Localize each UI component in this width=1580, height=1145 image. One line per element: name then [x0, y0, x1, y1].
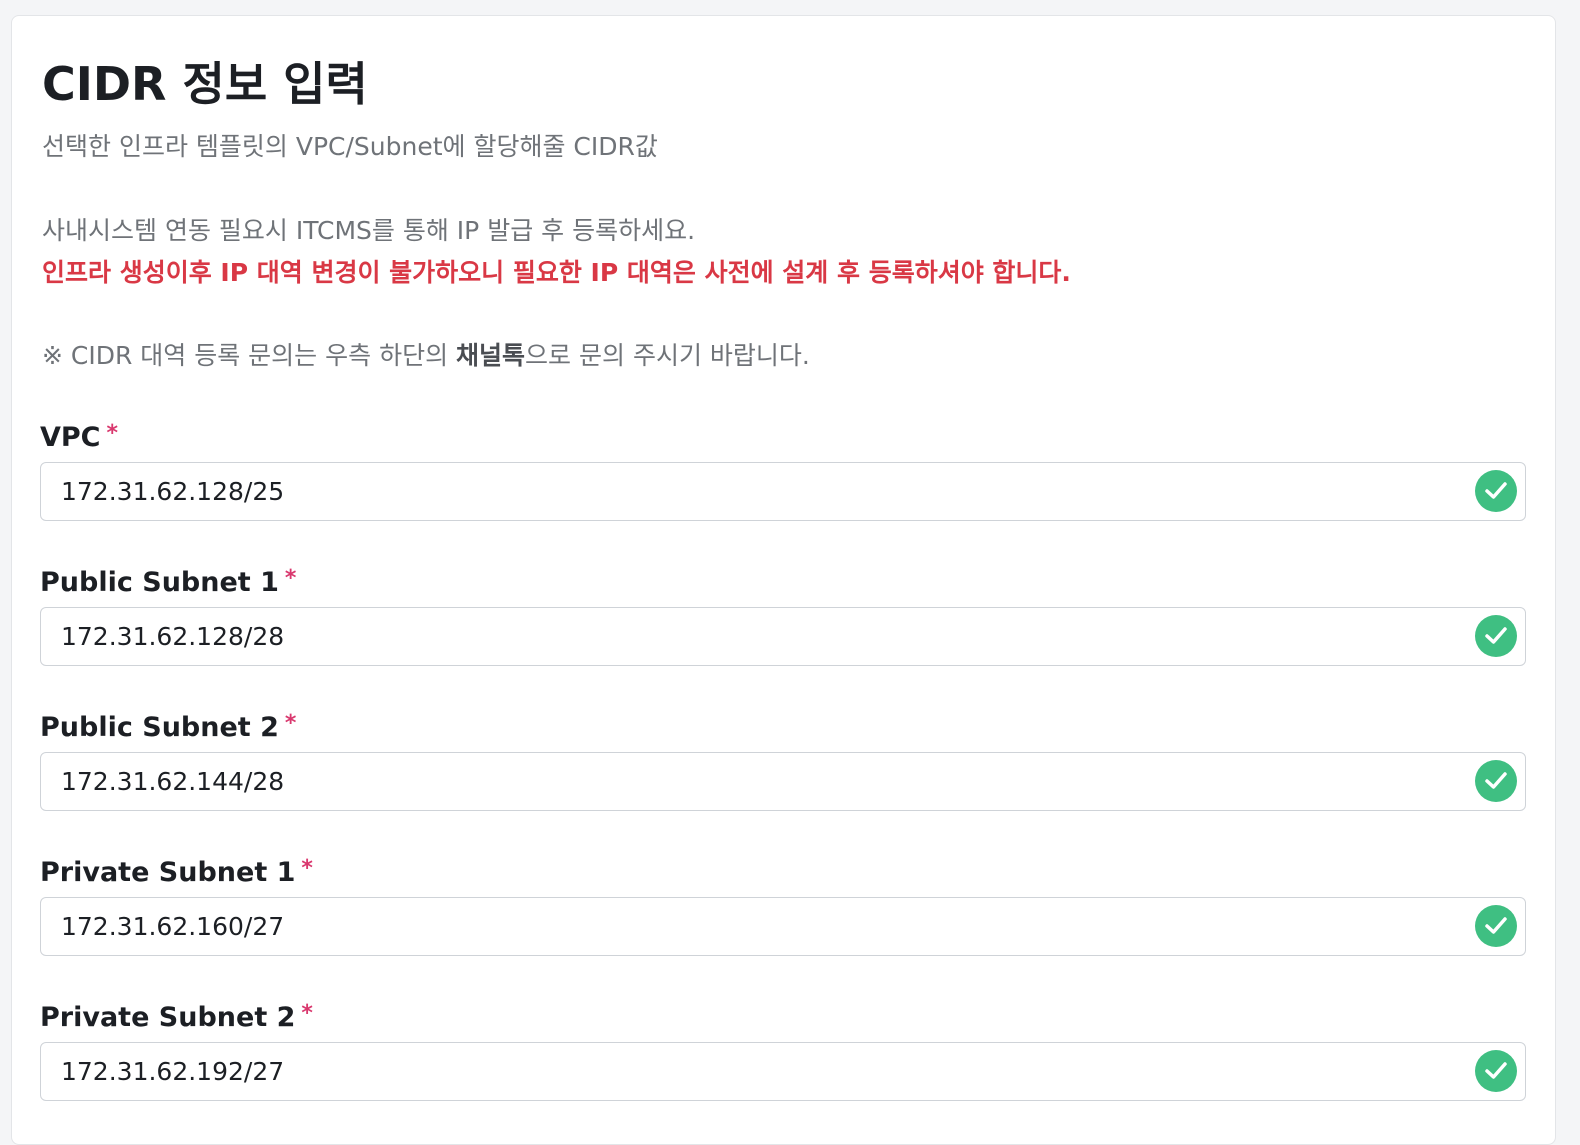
- required-mark: *: [301, 856, 313, 881]
- check-circle-icon: [1475, 470, 1517, 512]
- notice-warning: 인프라 생성이후 IP 대역 변경이 불가하오니 필요한 IP 대역은 사전에 …: [42, 258, 1071, 287]
- field-label-text: Public Subnet 1: [40, 567, 279, 598]
- cidr-form-card: CIDR 정보 입력 선택한 인프라 템플릿의 VPC/Subnet에 할당해줄…: [11, 15, 1556, 1145]
- public-subnet-1-field: [40, 607, 1526, 666]
- notice-contact: ※ CIDR 대역 등록 문의는 우측 하단의 채널톡으로 문의 주시기 바랍니…: [42, 339, 810, 373]
- required-mark: *: [284, 566, 297, 591]
- required-mark: *: [106, 421, 119, 446]
- field-label-text: Public Subnet 2: [40, 712, 279, 743]
- notice-contact-suffix: 으로 문의 주시기 바랍니다.: [525, 341, 810, 370]
- public-subnet-1-input[interactable]: [61, 608, 1441, 665]
- check-circle-icon: [1475, 760, 1517, 802]
- private-subnet-2-field: [40, 1042, 1526, 1101]
- field-label-public-subnet-2: Public Subnet 2 *: [40, 710, 296, 746]
- check-circle-icon: [1475, 1050, 1517, 1092]
- notice-channel-name: 채널톡: [456, 341, 526, 370]
- public-subnet-2-input[interactable]: [61, 753, 1441, 810]
- field-label-vpc: VPC *: [40, 420, 118, 456]
- private-subnet-1-field: [40, 897, 1526, 956]
- page-subtitle: 선택한 인프라 템플릿의 VPC/Subnet에 할당해줄 CIDR값: [42, 132, 658, 161]
- check-circle-icon: [1475, 615, 1517, 657]
- vpc-cidr-field: [40, 462, 1526, 521]
- page-title: CIDR 정보 입력: [42, 57, 368, 111]
- check-circle-icon: [1475, 905, 1517, 947]
- private-subnet-1-input[interactable]: [61, 898, 1441, 955]
- required-mark: *: [284, 711, 297, 736]
- field-label-text: Private Subnet 1: [40, 857, 296, 888]
- private-subnet-2-input[interactable]: [61, 1043, 1441, 1100]
- required-mark: *: [301, 1001, 313, 1026]
- field-label-public-subnet-1: Public Subnet 1 *: [40, 565, 296, 601]
- notice-itcms: 사내시스템 연동 필요시 ITCMS를 통해 IP 발급 후 등록하세요.: [42, 216, 696, 245]
- field-label-text: Private Subnet 2: [40, 1002, 296, 1033]
- vpc-cidr-input[interactable]: [61, 463, 1441, 520]
- field-label-private-subnet-1: Private Subnet 1 *: [40, 855, 313, 891]
- field-label-text: VPC: [40, 422, 101, 453]
- public-subnet-2-field: [40, 752, 1526, 811]
- field-label-private-subnet-2: Private Subnet 2 *: [40, 1000, 313, 1036]
- notice-contact-prefix: ※ CIDR 대역 등록 문의는 우측 하단의: [42, 341, 457, 370]
